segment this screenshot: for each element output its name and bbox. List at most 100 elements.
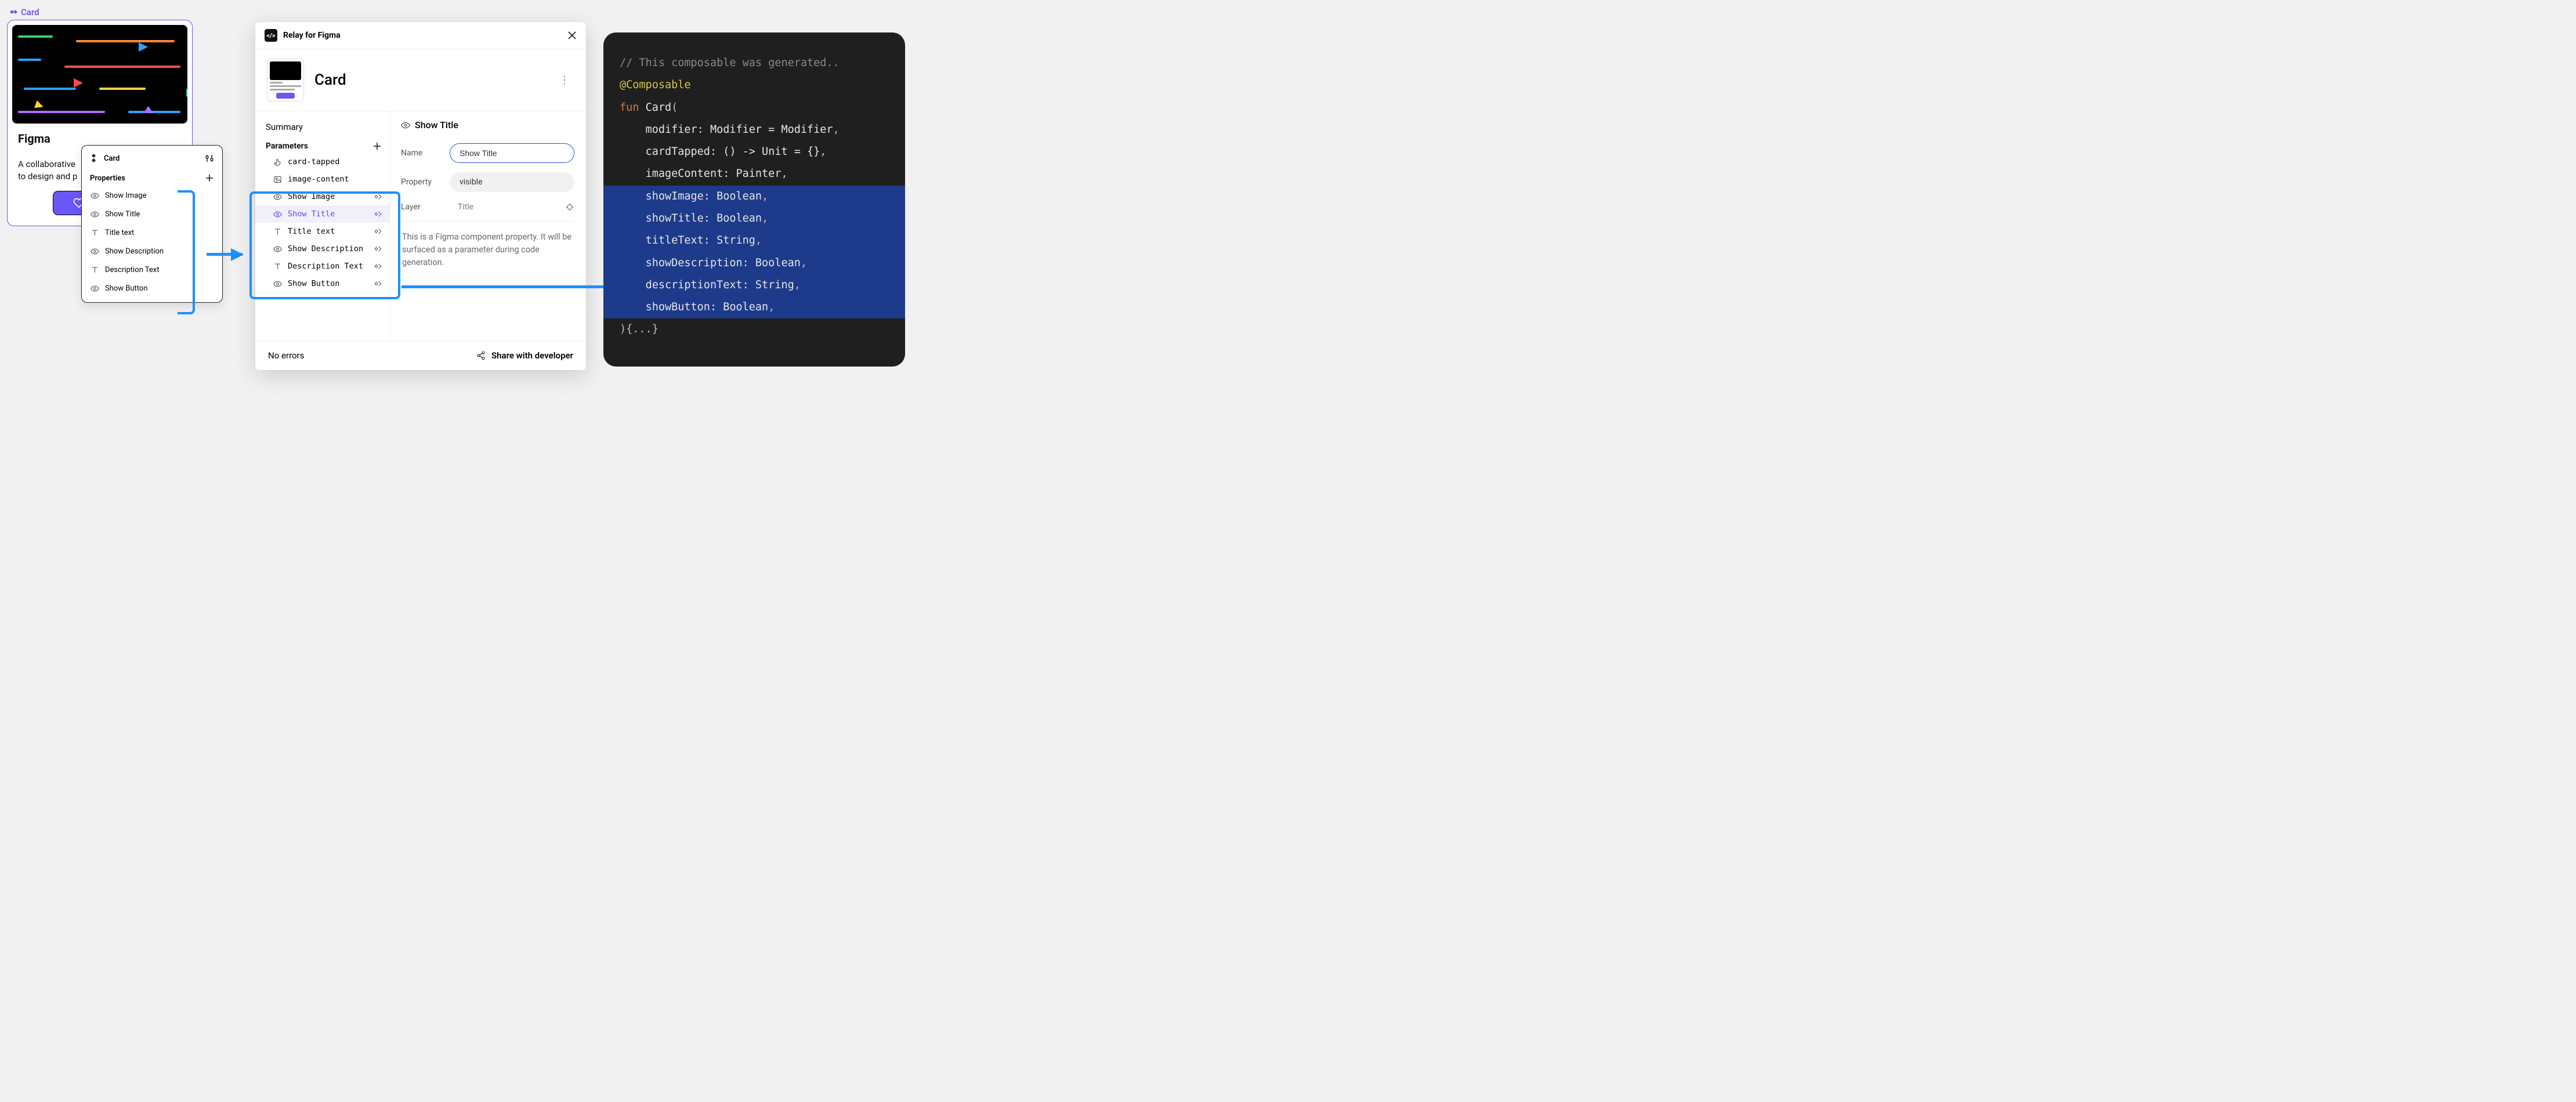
code-line: imageContent: Painter, xyxy=(603,163,905,185)
property-item-label: Description Text xyxy=(105,266,160,274)
figma-component-label: Card xyxy=(10,7,39,17)
property-item[interactable]: Show Description xyxy=(82,242,222,260)
share-label: Share with developer xyxy=(491,350,573,361)
popover-title: Card xyxy=(104,154,120,163)
annotation-arrow-2 xyxy=(401,285,634,288)
link-out-icon xyxy=(374,262,383,271)
code-annotation: @Composable xyxy=(620,79,691,91)
parameter-label: Show Description xyxy=(288,244,363,253)
close-button[interactable] xyxy=(567,31,577,40)
parameter-row[interactable]: card-tapped xyxy=(255,153,390,171)
relay-app-icon: </> xyxy=(265,29,277,42)
eye-icon xyxy=(273,279,282,288)
text-icon xyxy=(273,262,282,271)
share-icon xyxy=(476,351,486,360)
helper-text: This is a Figma component property. It w… xyxy=(401,221,574,269)
component-diamond-icon xyxy=(90,154,99,163)
link-out-icon xyxy=(374,192,383,201)
target-icon[interactable] xyxy=(565,202,574,212)
parameter-label: Show Title xyxy=(288,209,335,219)
parameter-row[interactable]: Title text xyxy=(255,223,390,240)
code-line-highlighted: showImage: Boolean, xyxy=(603,186,905,208)
text-icon xyxy=(90,228,99,237)
image-icon xyxy=(273,175,282,184)
link-out-icon xyxy=(374,209,383,219)
summary-section-title[interactable]: Summary xyxy=(255,118,390,138)
code-line-highlighted: showTitle: Boolean, xyxy=(603,208,905,230)
eye-icon xyxy=(90,246,99,256)
parameter-label: Description Text xyxy=(288,262,363,271)
text-icon xyxy=(90,265,99,274)
figma-properties-popover: Card Properties Show Image Show Title Titl… xyxy=(81,145,223,303)
component-label-text: Card xyxy=(21,7,39,17)
code-panel: // This composable was generated.. @Comp… xyxy=(603,32,905,367)
selected-param-title: Show Title xyxy=(415,119,458,130)
status-text: No errors xyxy=(268,350,304,361)
name-input[interactable] xyxy=(450,143,574,163)
property-field-label: Property xyxy=(401,177,442,187)
parameter-row[interactable]: Show Description xyxy=(255,240,390,258)
parameter-label: Show Image xyxy=(288,192,335,201)
eye-icon xyxy=(273,244,282,253)
eye-icon xyxy=(401,121,410,130)
eye-icon xyxy=(273,192,282,201)
parameter-row[interactable]: Show Button xyxy=(255,275,390,292)
relay-app-name: Relay for Figma xyxy=(283,31,341,40)
parameter-row[interactable]: Show Image xyxy=(255,188,390,205)
parameter-label: image-content xyxy=(288,175,349,184)
property-item[interactable]: Title text xyxy=(82,223,222,242)
parameter-label: Show Button xyxy=(288,279,339,288)
code-line-highlighted: titleText: String, xyxy=(603,230,905,252)
property-item-label: Title text xyxy=(105,229,134,237)
code-line: modifier: Modifier = Modifier, xyxy=(603,119,905,141)
card-title: Figma xyxy=(12,124,187,146)
parameter-row[interactable]: image-content xyxy=(255,171,390,188)
relay-titlebar: </> Relay for Figma xyxy=(255,22,586,49)
property-item-label: Show Image xyxy=(105,191,147,200)
more-menu-button[interactable]: ⋮ xyxy=(555,72,574,89)
eye-icon xyxy=(90,209,99,219)
parameter-row[interactable]: Description Text xyxy=(255,258,390,275)
code-line-highlighted: descriptionText: String, xyxy=(603,274,905,296)
eye-icon xyxy=(273,209,282,219)
property-value: visible xyxy=(450,172,574,192)
eye-icon xyxy=(90,191,99,200)
layer-value: Title xyxy=(458,202,473,212)
property-item-label: Show Button xyxy=(105,284,148,293)
code-comment: // This composable was generated.. xyxy=(620,57,840,69)
relay-headline: Card xyxy=(314,71,544,89)
annotation-bracket-left xyxy=(178,190,195,314)
property-item[interactable]: Show Title xyxy=(82,205,222,223)
settings-icon[interactable] xyxy=(205,154,214,163)
text-icon xyxy=(273,227,282,236)
eye-icon xyxy=(90,284,99,293)
relay-right-panel: Show Title Name Property visible Layer T… xyxy=(390,111,586,340)
annotation-arrow-1 xyxy=(207,253,243,256)
property-item-label: Show Title xyxy=(105,210,140,219)
code-line-highlighted: showButton: Boolean, xyxy=(603,296,905,318)
card-hero-image xyxy=(12,25,187,124)
properties-section-label: Properties xyxy=(90,174,125,183)
component-diamond-icon xyxy=(10,9,17,16)
add-parameter-button[interactable] xyxy=(372,142,382,151)
relay-panel: </> Relay for Figma Card ⋮ Summary Param… xyxy=(255,22,586,370)
link-out-icon xyxy=(374,244,383,253)
relay-left-panel: Summary Parameters card-tapped image-cont… xyxy=(255,111,390,340)
property-item[interactable]: Show Image xyxy=(82,186,222,205)
code-close: ){...} xyxy=(620,323,659,335)
tap-icon xyxy=(273,157,282,166)
parameters-section-title: Parameters xyxy=(266,142,308,151)
component-thumbnail xyxy=(267,59,304,102)
parameter-row[interactable]: Show Title xyxy=(255,205,390,223)
name-field-label: Name xyxy=(401,148,442,158)
parameter-label: Title text xyxy=(288,227,335,236)
add-property-button[interactable] xyxy=(205,173,214,183)
property-item[interactable]: Show Button xyxy=(82,279,222,298)
layer-field-label: Layer xyxy=(401,202,442,212)
property-item[interactable]: Description Text xyxy=(82,260,222,279)
property-item-label: Show Description xyxy=(105,247,164,256)
link-out-icon xyxy=(374,227,383,236)
share-with-developer-button[interactable]: Share with developer xyxy=(476,350,573,361)
parameter-label: card-tapped xyxy=(288,157,339,166)
code-line-highlighted: showDescription: Boolean, xyxy=(603,252,905,274)
